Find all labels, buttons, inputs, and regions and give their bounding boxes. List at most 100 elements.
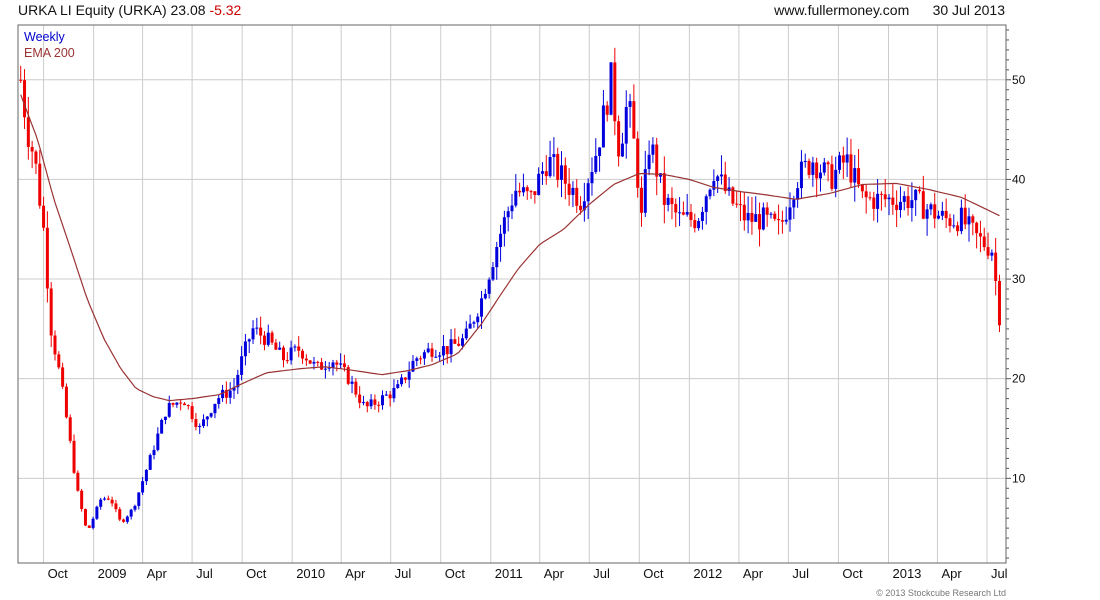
candle-body — [476, 316, 480, 323]
candle-body — [986, 247, 990, 256]
candle-body — [289, 347, 293, 361]
candle-body — [53, 335, 57, 355]
candle-body — [468, 323, 472, 329]
candle-body — [281, 347, 285, 361]
candle-body — [99, 499, 103, 507]
candle-body — [982, 236, 986, 248]
candle-body — [655, 144, 659, 177]
candle-body — [137, 492, 141, 506]
candle-body — [662, 173, 666, 205]
candle-body — [480, 298, 484, 317]
x-tick-label: 2009 — [98, 566, 127, 581]
candle-body — [125, 516, 129, 522]
candle-body — [514, 190, 518, 206]
candle-body — [796, 188, 800, 200]
candle-body — [834, 169, 838, 189]
candle-body — [384, 394, 388, 396]
candle-body — [560, 165, 564, 180]
candle-body — [678, 212, 682, 214]
candle-body — [895, 204, 899, 210]
candle-body — [719, 174, 723, 177]
x-tick-label: Oct — [643, 566, 664, 581]
ema-200-line — [20, 94, 1000, 402]
candle-body — [845, 154, 849, 163]
candle-body — [373, 399, 377, 405]
x-tick-label: Jul — [792, 566, 809, 581]
candle-body — [262, 335, 266, 345]
candle-body — [457, 343, 461, 346]
candle-body — [898, 201, 902, 210]
candle-body — [396, 384, 400, 388]
candle-body — [148, 455, 152, 470]
x-tick-label: 2011 — [495, 566, 523, 581]
x-tick-label: Oct — [246, 566, 267, 581]
candle-body — [202, 419, 206, 427]
plot-frame — [17, 24, 1007, 564]
candle-body — [445, 346, 449, 355]
candle-body — [438, 355, 442, 357]
candle-body — [956, 225, 960, 232]
candle-body — [544, 171, 548, 177]
candle-body — [937, 215, 941, 219]
candle-body — [361, 402, 365, 404]
candle-body — [308, 360, 312, 364]
candle-body — [251, 328, 255, 340]
candle-body — [190, 406, 194, 420]
candle-body — [929, 204, 933, 210]
candle-body — [278, 347, 282, 350]
candle-body — [114, 503, 118, 510]
candle-body — [933, 204, 937, 219]
candle-body — [80, 490, 84, 510]
candle-body — [209, 413, 213, 417]
candle-body — [537, 173, 541, 195]
candle-body — [392, 387, 396, 399]
candle-body — [533, 191, 537, 195]
candle-body — [502, 217, 506, 234]
candle-body — [777, 218, 781, 221]
candle-body — [601, 105, 605, 148]
candle-body — [57, 354, 61, 368]
candle-body — [64, 386, 68, 418]
candle-body — [742, 204, 746, 221]
candle-body — [38, 163, 42, 206]
candle-body — [122, 519, 126, 522]
x-tick-label: Oct — [48, 566, 69, 581]
candle-body — [799, 161, 803, 189]
candle-body — [72, 440, 76, 473]
candle-body — [110, 499, 114, 504]
x-tick-label: 2013 — [892, 566, 921, 581]
candle-body — [91, 518, 95, 528]
candle-body — [30, 146, 34, 152]
candle-body — [689, 212, 693, 221]
candle-body — [460, 338, 464, 346]
candle-body — [780, 220, 784, 222]
candle-body — [323, 368, 327, 370]
candle-body — [666, 197, 670, 205]
candle-body — [304, 358, 308, 361]
legend-frequency: Weekly — [24, 30, 65, 44]
candle-body — [765, 207, 769, 215]
candle-body — [45, 227, 49, 289]
candle-body — [632, 101, 636, 139]
candle-body — [95, 506, 99, 519]
x-tick-label: Apr — [544, 566, 565, 581]
candle-body — [750, 212, 754, 222]
candle-body — [940, 210, 944, 216]
candle-body — [19, 79, 23, 81]
candle-body — [876, 193, 880, 209]
candle-body — [792, 199, 796, 208]
candle-body — [415, 358, 419, 361]
candle-body — [994, 252, 998, 281]
candle-body — [350, 381, 354, 384]
candle-body — [963, 207, 967, 225]
candle-body — [716, 176, 720, 182]
candle-body — [628, 101, 632, 107]
candle-body — [864, 191, 868, 198]
candle-body — [186, 405, 190, 407]
candle-body — [179, 402, 183, 404]
candle-body — [354, 381, 358, 395]
candle-body — [464, 328, 468, 339]
candle-body — [42, 205, 46, 228]
candle-body — [133, 505, 137, 510]
candle-body — [609, 62, 613, 115]
